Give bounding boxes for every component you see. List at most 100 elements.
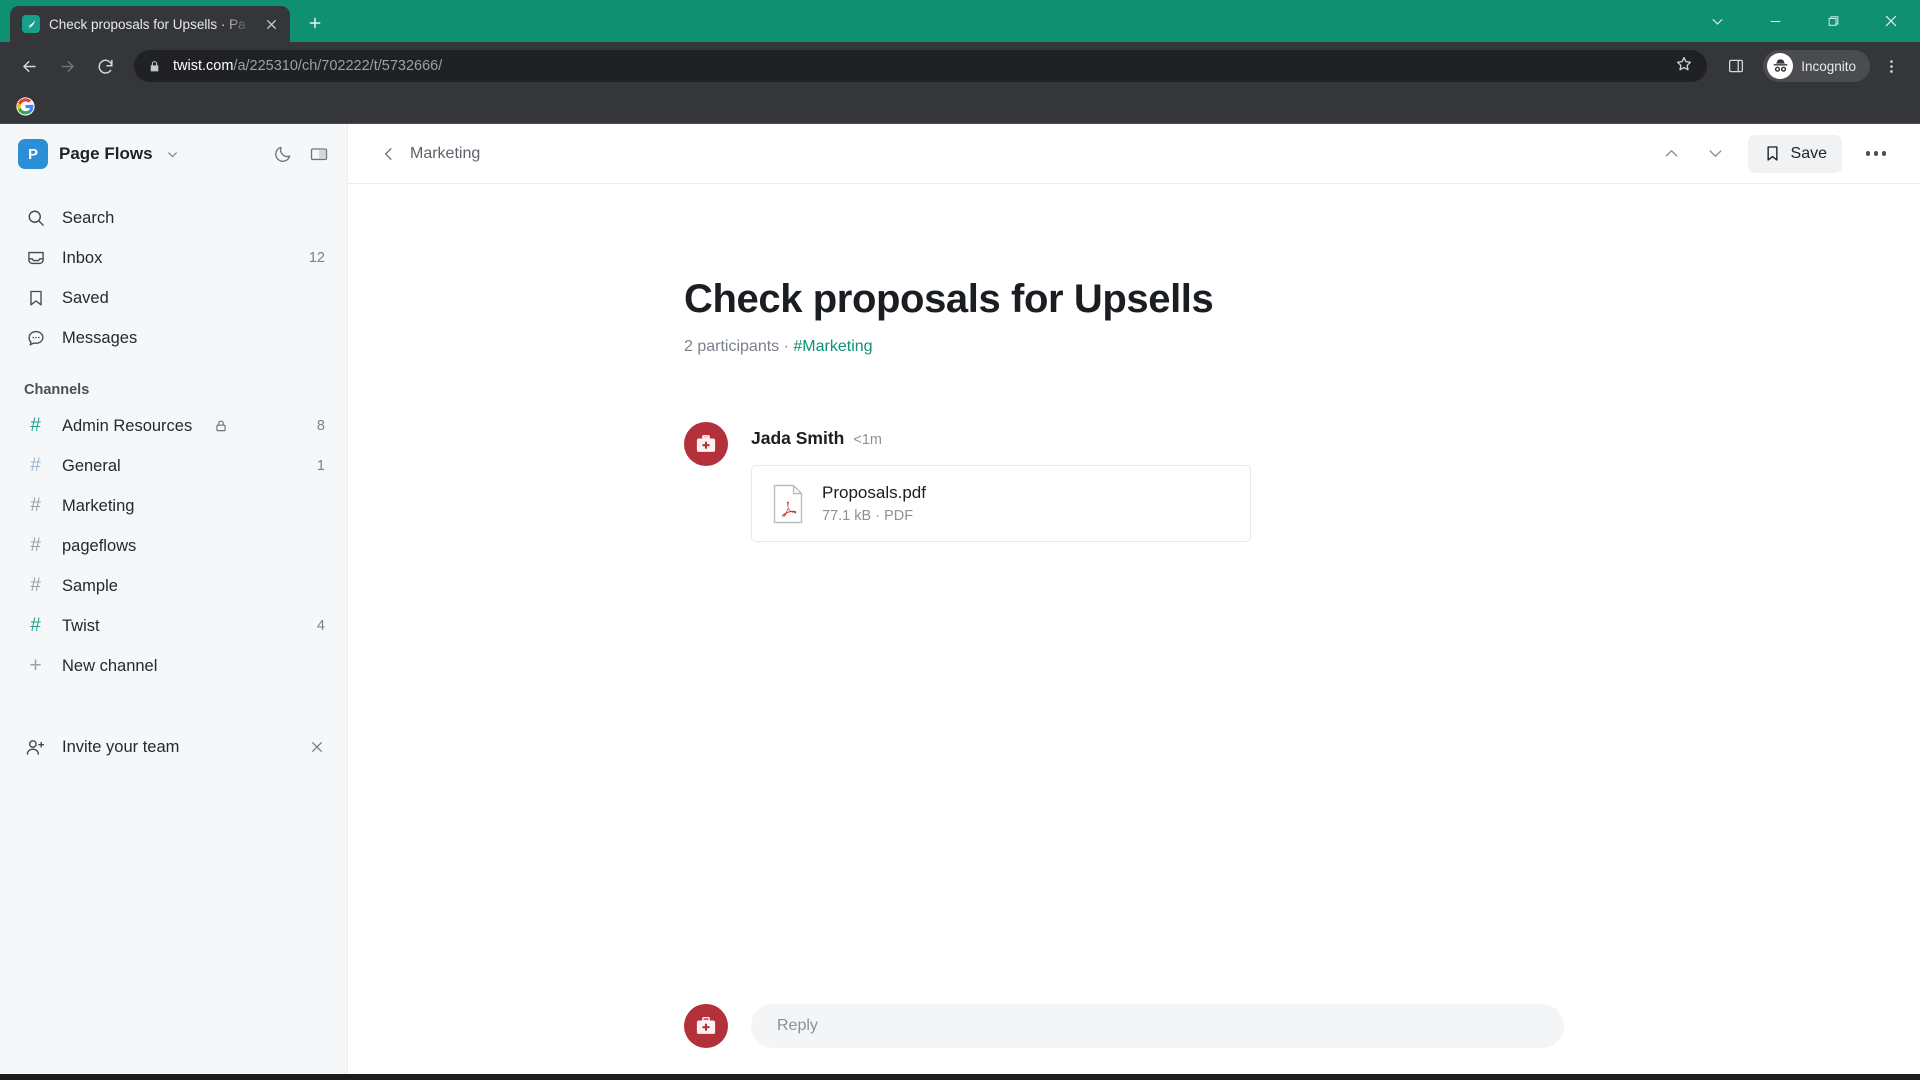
workspace-avatar[interactable]: P (18, 139, 48, 169)
channel-badge: 8 (316, 418, 325, 434)
reload-icon[interactable] (88, 49, 122, 83)
message-item: Jada Smith <1m Proposals.pdf 77.1 kB · P… (684, 422, 1584, 542)
new-tab-button[interactable] (298, 6, 332, 40)
incognito-label: Incognito (1801, 58, 1856, 74)
main-content: Marketing Save Check proposals for Upsel… (348, 124, 1920, 1074)
sidebar-item-label: Saved (62, 288, 109, 307)
sidebar-item-saved[interactable]: Saved (0, 278, 347, 318)
thread-meta: 2 participants · #Marketing (684, 338, 1584, 356)
address-bar[interactable]: twist.com/a/225310/ch/702222/t/5732666/ (134, 50, 1708, 82)
forward-icon[interactable] (50, 49, 84, 83)
avatar[interactable] (684, 422, 728, 466)
invite-team-label: Invite your team (62, 737, 180, 756)
channel-label: pageflows (62, 536, 137, 555)
thread-header-actions: Save (1652, 134, 1898, 173)
browser-window: Check proposals for Upsells · Pa twist.c… (0, 0, 1920, 1080)
hash-icon: # (30, 535, 41, 556)
twist-app: P Page Flows Search Inbox 12 Saved Messa… (0, 124, 1920, 1074)
workspace-name[interactable]: Page Flows (59, 144, 153, 164)
sidebar-item-label: Messages (62, 328, 138, 347)
bookmark-icon (24, 288, 47, 308)
thread-channel-link[interactable]: #Marketing (793, 338, 872, 355)
url-path: /a/225310/ch/702222/t/5732666/ (233, 58, 443, 74)
search-icon (24, 208, 47, 228)
chevron-left-icon[interactable] (376, 141, 402, 167)
participants-count: 2 participants (684, 338, 780, 355)
message-timestamp: <1m (853, 432, 882, 448)
moon-icon[interactable] (271, 142, 295, 166)
minimize-icon[interactable] (1746, 0, 1804, 42)
hash-icon: # (30, 415, 41, 436)
sidebar-item-search[interactable]: Search (0, 198, 347, 238)
lock-icon (214, 419, 228, 433)
save-label: Save (1790, 144, 1827, 162)
workspace-header: P Page Flows (0, 124, 347, 184)
sidebar: P Page Flows Search Inbox 12 Saved Messa… (0, 124, 348, 1074)
breadcrumb[interactable]: Marketing (410, 145, 480, 163)
back-icon[interactable] (12, 49, 46, 83)
attachment-size: 77.1 kB (822, 508, 872, 524)
sidebar-header-actions (271, 142, 331, 166)
channel-label: Marketing (62, 496, 135, 515)
invite-team-row[interactable]: Invite your team (0, 726, 347, 768)
maximize-icon[interactable] (1804, 0, 1862, 42)
browser-toolbar: twist.com/a/225310/ch/702222/t/5732666/ … (0, 42, 1920, 90)
sidebar-channel-sample[interactable]: # Sample (0, 566, 347, 606)
lock-icon (148, 60, 161, 73)
side-panel-icon[interactable] (1719, 49, 1753, 83)
meta-separator: · (779, 338, 794, 355)
channel-badge: 4 (316, 618, 325, 634)
sidebar-channel-marketing[interactable]: # Marketing (0, 486, 347, 526)
google-bookmark-icon[interactable] (14, 96, 36, 118)
sidebar-channel-admin-resources[interactable]: # Admin Resources 8 (0, 406, 347, 446)
pdf-file-icon (772, 484, 804, 524)
first-aid-kit-icon (696, 434, 716, 452)
thread-header: Marketing Save (348, 124, 1920, 184)
chevron-down-icon[interactable] (165, 147, 180, 162)
message-body: Jada Smith <1m Proposals.pdf 77.1 kB · P… (751, 422, 1584, 542)
channels-heading: Channels (24, 382, 90, 398)
hash-icon: # (30, 575, 41, 596)
sidebar-item-messages[interactable]: Messages (0, 318, 347, 358)
message-header: Jada Smith <1m (751, 422, 1584, 449)
close-icon[interactable] (260, 13, 282, 35)
thread-container: Check proposals for Upsells 2 participan… (684, 184, 1584, 542)
browser-tab[interactable]: Check proposals for Upsells · Pa (10, 6, 290, 42)
save-button[interactable]: Save (1747, 134, 1842, 173)
bookmark-star-icon[interactable] (1675, 55, 1693, 78)
thread-scroll-area[interactable]: Check proposals for Upsells 2 participan… (348, 184, 1920, 986)
channel-label: General (62, 456, 121, 475)
sidebar-panel-icon[interactable] (307, 142, 331, 166)
reply-input[interactable] (777, 1017, 1538, 1035)
sidebar-channel-general[interactable]: # General 1 (0, 446, 347, 486)
reply-composer (348, 986, 1920, 1074)
sidebar-channel-twist[interactable]: # Twist 4 (0, 606, 347, 646)
new-channel-button[interactable]: + New channel (0, 646, 347, 686)
composer-avatar[interactable] (684, 1004, 728, 1048)
attachment-filename: Proposals.pdf (822, 483, 926, 502)
page-title: Check proposals for Upsells (684, 277, 1214, 321)
message-author: Jada Smith (751, 428, 845, 448)
reply-input-wrapper[interactable] (751, 1004, 1564, 1048)
kebab-menu-icon[interactable] (1874, 49, 1908, 83)
hash-icon: # (30, 615, 41, 636)
chat-bubble-icon (24, 328, 47, 348)
window-close-icon[interactable] (1862, 0, 1920, 42)
attachment-card[interactable]: Proposals.pdf 77.1 kB · PDF (751, 465, 1251, 542)
chevron-up-icon[interactable] (1652, 136, 1692, 172)
incognito-icon (1767, 53, 1794, 79)
profile-incognito-button[interactable]: Incognito (1763, 50, 1870, 82)
channel-label: Admin Resources (62, 416, 193, 435)
tab-search-icon[interactable] (1688, 0, 1746, 42)
url-domain: twist.com (173, 58, 234, 74)
sidebar-item-inbox[interactable]: Inbox 12 (0, 238, 347, 278)
sidebar-channel-pageflows[interactable]: # pageflows (0, 526, 347, 566)
bookmark-icon (1763, 144, 1782, 163)
more-horizontal-icon[interactable] (1854, 135, 1898, 173)
chevron-down-icon[interactable] (1696, 136, 1736, 172)
close-icon[interactable] (309, 739, 325, 755)
window-bottom-edge (0, 1074, 1920, 1080)
first-aid-kit-icon (696, 1016, 716, 1034)
address-bar-url: twist.com/a/225310/ch/702222/t/5732666/ (173, 58, 442, 74)
browser-tabstrip: Check proposals for Upsells · Pa (0, 0, 1920, 42)
